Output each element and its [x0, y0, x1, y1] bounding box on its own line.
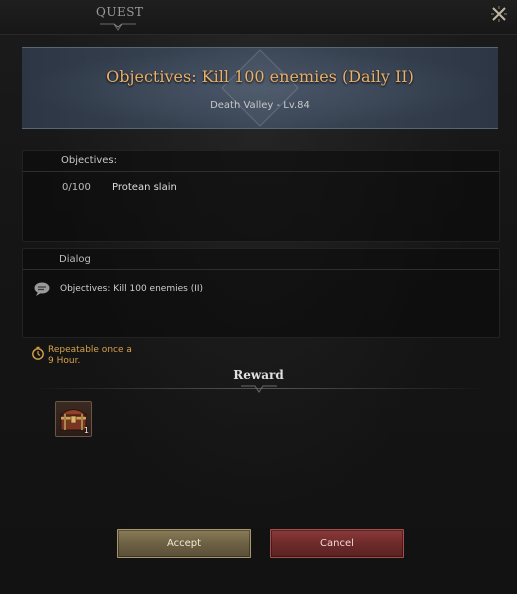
- reward-ornament-icon: [241, 385, 277, 393]
- repeatable-note: Repeatable once a 9 Hour.: [48, 345, 132, 366]
- dialog-label: Dialog: [59, 254, 91, 265]
- quest-banner: Objectives: Kill 100 enemies (Daily II) …: [22, 47, 498, 129]
- title-bar: QUEST: [0, 0, 517, 35]
- title-ornament-icon: [100, 23, 136, 31]
- quest-title: Objectives: Kill 100 enemies (Daily II): [106, 67, 414, 86]
- objectives-header: Objectives:: [23, 151, 499, 172]
- objective-text: Protean slain: [112, 182, 177, 193]
- reward-title: Reward: [233, 368, 284, 382]
- banner-diamond-icon: [221, 49, 299, 127]
- reward-quantity: 1: [83, 426, 89, 435]
- quest-window: QUEST Objectives: Kill 100 enemies (Dail…: [0, 0, 517, 594]
- dialog-panel: Dialog Objectives: Kill 100 enemies (II): [22, 248, 500, 338]
- window-title: QUEST: [96, 5, 144, 19]
- stopwatch-icon: [32, 346, 44, 360]
- quest-location: Death Valley - Lv.84: [210, 100, 310, 111]
- close-x-icon: [491, 6, 507, 22]
- objective-progress: 0/100: [62, 182, 91, 193]
- objectives-panel: Objectives: 0/100 Protean slain: [22, 150, 500, 242]
- reward-item-slot[interactable]: 1: [55, 401, 92, 437]
- close-button[interactable]: [488, 3, 510, 25]
- cancel-button[interactable]: Cancel: [270, 529, 404, 558]
- accept-button[interactable]: Accept: [117, 529, 251, 558]
- objectives-label: Objectives:: [61, 155, 117, 166]
- dialog-header: Dialog: [23, 249, 499, 270]
- speech-bubble-icon: [34, 282, 50, 296]
- dialog-text: Objectives: Kill 100 enemies (II): [60, 284, 204, 294]
